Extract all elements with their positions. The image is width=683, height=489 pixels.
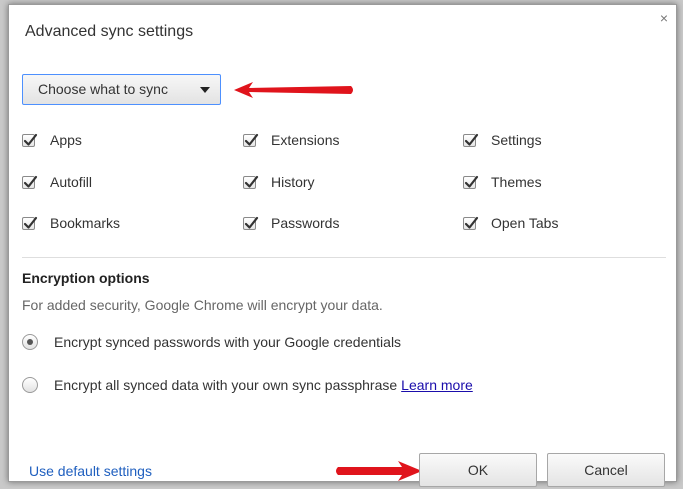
checkbox-checked-icon[interactable] — [463, 175, 479, 189]
checkbox-checked-icon[interactable] — [22, 175, 38, 189]
sync-item-extensions[interactable]: Extensions — [243, 131, 339, 149]
encrypt-all-option[interactable]: Encrypt all synced data with your own sy… — [22, 375, 473, 395]
sync-item-settings[interactable]: Settings — [463, 131, 542, 149]
dropdown-caret-icon — [200, 87, 210, 93]
sync-item-autofill[interactable]: Autofill — [22, 173, 92, 191]
encryption-description: For added security, Google Chrome will e… — [22, 297, 383, 313]
sync-item-open-tabs[interactable]: Open Tabs — [463, 214, 558, 232]
checkbox-checked-icon[interactable] — [22, 133, 38, 147]
sync-item-label: Settings — [491, 132, 542, 148]
sync-item-label: Themes — [491, 174, 542, 190]
sync-item-label: Open Tabs — [491, 215, 559, 231]
encrypt-all-label: Encrypt all synced data with your own sy… — [54, 377, 398, 393]
sync-item-label: Passwords — [271, 215, 340, 231]
cancel-button[interactable]: Cancel — [547, 453, 665, 487]
sync-item-label: Apps — [50, 132, 82, 148]
encrypt-passwords-option[interactable]: Encrypt synced passwords with your Googl… — [22, 332, 401, 352]
sync-item-label: History — [271, 174, 315, 190]
sync-item-label: Autofill — [50, 174, 93, 190]
section-divider — [22, 257, 666, 258]
annotation-arrow-icon — [234, 82, 353, 98]
use-default-settings-link[interactable]: Use default settings — [29, 463, 152, 479]
checkbox-checked-icon[interactable] — [22, 216, 38, 230]
checkbox-checked-icon[interactable] — [243, 216, 259, 230]
sync-item-label: Extensions — [271, 132, 340, 148]
sync-choice-dropdown[interactable]: Choose what to sync — [22, 74, 221, 105]
ok-button[interactable]: OK — [419, 453, 537, 487]
checkbox-checked-icon[interactable] — [243, 133, 259, 147]
close-icon[interactable]: × — [660, 11, 668, 25]
encryption-options-heading: Encryption options — [22, 270, 150, 286]
sync-item-apps[interactable]: Apps — [22, 131, 82, 149]
learn-more-link[interactable]: Learn more — [401, 377, 473, 393]
encrypt-passwords-label: Encrypt synced passwords with your Googl… — [54, 334, 402, 350]
dialog-title: Advanced sync settings — [25, 23, 194, 40]
sync-item-bookmarks[interactable]: Bookmarks — [22, 214, 120, 232]
radio-unselected-icon[interactable] — [22, 377, 38, 393]
sync-item-label: Bookmarks — [50, 215, 121, 231]
sync-item-themes[interactable]: Themes — [463, 173, 542, 191]
checkbox-checked-icon[interactable] — [463, 133, 479, 147]
sync-settings-dialog: Advanced sync settings × Choose what to … — [8, 4, 677, 487]
annotation-arrow-icon — [336, 461, 422, 481]
sync-item-passwords[interactable]: Passwords — [243, 214, 339, 232]
sync-item-history[interactable]: History — [243, 173, 315, 191]
radio-selected-icon[interactable] — [22, 334, 38, 350]
sync-choice-value: Choose what to sync — [38, 81, 168, 97]
checkbox-checked-icon[interactable] — [243, 175, 259, 189]
checkbox-checked-icon[interactable] — [463, 216, 479, 230]
